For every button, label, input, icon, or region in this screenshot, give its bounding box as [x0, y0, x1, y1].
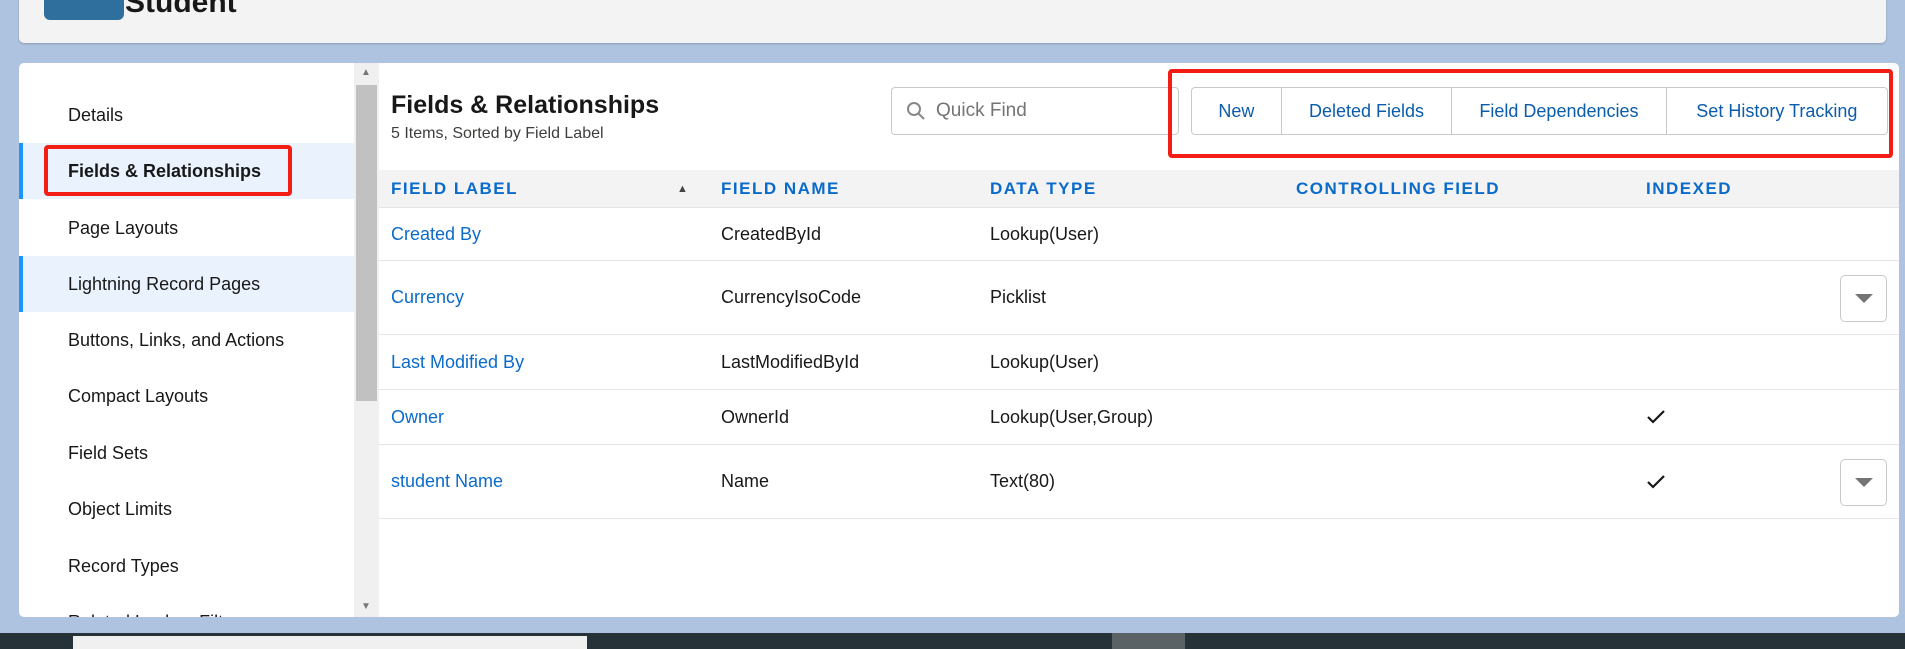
sidebar-scrollbar[interactable]: ▲ ▼ [354, 63, 379, 617]
page-title: Fields & Relationships [391, 91, 660, 119]
table-row: Owner OwnerId Lookup(User,Group) [379, 390, 1899, 445]
field-name: LastModifiedById [721, 351, 860, 372]
sidebar-item[interactable]: Object Limits [19, 481, 354, 537]
table-row: student Name Name Text(80) [379, 445, 1899, 519]
scroll-down-icon[interactable]: ▼ [361, 601, 371, 612]
table-row: Created By CreatedById Lookup(User) [379, 208, 1899, 261]
quick-find-placeholder: Quick Find [936, 100, 1027, 121]
sidebar-item[interactable]: Buttons, Links, and Actions [19, 312, 354, 368]
taskbar [0, 633, 1905, 649]
field-name: Name [721, 471, 770, 491]
object-icon [44, 0, 124, 20]
object-header [19, 0, 1886, 43]
sidebar-item[interactable]: Compact Layouts [19, 368, 354, 424]
quick-find-input[interactable]: Quick Find [891, 87, 1179, 135]
column-indexed[interactable]: INDEXED [1646, 170, 1732, 208]
table-header: FIELD LABEL ▲ FIELD NAME DATA TYPE CONTR… [379, 170, 1899, 208]
sidebar-item[interactable]: Page Layouts [19, 200, 354, 256]
data-type: Picklist [990, 287, 1047, 307]
field-name: CurrencyIsoCode [721, 287, 862, 307]
field-label-link[interactable]: Owner [391, 390, 444, 444]
data-type: Lookup(User) [990, 223, 1100, 244]
row-actions-dropdown[interactable] [1840, 458, 1887, 506]
main-content: Fields & Relationships 5 Items, Sorted b… [379, 63, 1899, 617]
checkmark-icon [1647, 410, 1665, 424]
column-controlling-field[interactable]: CONTROLLING FIELD [1296, 170, 1500, 208]
table-row: Last Modified By LastModifiedById Lookup… [379, 335, 1899, 390]
scrollbar-thumb[interactable] [356, 85, 377, 401]
highlight-box [1168, 69, 1893, 158]
sidebar-item[interactable]: Lightning Record Pages [19, 256, 354, 312]
search-icon [907, 102, 925, 120]
sort-ascending-icon[interactable]: ▲ [677, 170, 689, 208]
indexed-cell [1646, 390, 1666, 444]
checkmark-icon [1647, 474, 1665, 489]
scroll-up-icon[interactable]: ▲ [361, 67, 371, 78]
data-type: Lookup(User) [990, 351, 1100, 372]
data-type: Text(80) [990, 471, 1056, 491]
field-label-link[interactable]: Created By [391, 208, 481, 260]
table-row: Currency CurrencyIsoCode Picklist [379, 261, 1899, 335]
sidebar-item[interactable]: Details [19, 87, 354, 143]
data-type: Lookup(User,Group) [990, 406, 1154, 427]
sidebar-item[interactable]: Field Sets [19, 425, 354, 481]
sidebar-item[interactable]: Related Lookup Filters [19, 594, 354, 618]
setup-card: Details Fields & Relationships Page Layout… [19, 63, 1899, 617]
object-title: Student [125, 0, 237, 19]
field-label-link[interactable]: student Name [391, 445, 503, 518]
taskbar-app[interactable] [1112, 633, 1185, 649]
field-label-link[interactable]: Last Modified By [391, 335, 524, 389]
column-data-type[interactable]: DATA TYPE [990, 170, 1097, 208]
column-field-label[interactable]: FIELD LABEL [391, 170, 518, 208]
row-actions-dropdown[interactable] [1840, 274, 1887, 322]
sidebar-item[interactable]: Record Types [19, 538, 354, 594]
highlight-box [44, 145, 292, 196]
page-subtitle: 5 Items, Sorted by Field Label [391, 125, 604, 142]
column-field-name[interactable]: FIELD NAME [721, 170, 840, 208]
taskbar-search[interactable] [73, 636, 587, 649]
indexed-cell [1646, 445, 1666, 518]
field-name: CreatedById [721, 223, 822, 244]
field-name: OwnerId [721, 406, 790, 427]
field-label-link[interactable]: Currency [391, 261, 464, 334]
